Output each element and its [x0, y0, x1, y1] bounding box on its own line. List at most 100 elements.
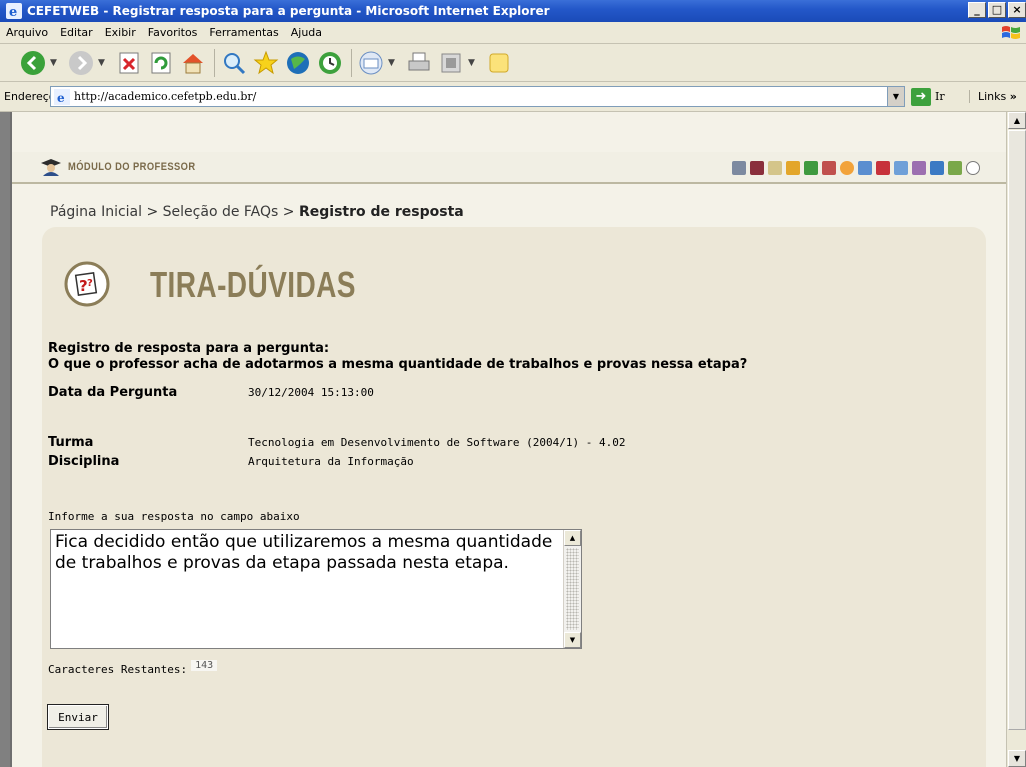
go-button[interactable]: ➜ Ir [911, 87, 963, 106]
menubar: Arquivo Editar Exibir Favoritos Ferramen… [0, 22, 1026, 44]
menu-exibir[interactable]: Exibir [99, 26, 142, 39]
menu-favoritos[interactable]: Favoritos [142, 26, 204, 39]
scroll-track[interactable] [566, 548, 579, 630]
maximize-button[interactable]: □ [988, 2, 1006, 18]
home-icon[interactable] [178, 48, 208, 78]
favorites-icon[interactable] [251, 48, 281, 78]
page-scroll-down-icon[interactable]: ▼ [1008, 750, 1026, 767]
back-icon[interactable] [18, 48, 48, 78]
toolbar-separator [351, 48, 352, 77]
window-titlebar: e CEFETWEB - Registrar resposta para a p… [0, 0, 1026, 22]
media-icon[interactable] [283, 48, 313, 78]
faq-question-icon: ? ? [64, 261, 110, 307]
page-content: MÓDULO DO PROFESSOR Página Inicial > Sel… [10, 112, 1006, 767]
mail-dropdown-icon[interactable]: ▼ [388, 58, 400, 68]
page-scroll-thumb[interactable] [1008, 130, 1026, 730]
menu-ferramentas[interactable]: Ferramentas [203, 26, 284, 39]
faq-icon[interactable] [876, 161, 890, 175]
class-value: Tecnologia em Desenvolvimento de Softwar… [248, 436, 626, 449]
menu-arquivo[interactable]: Arquivo [0, 26, 54, 39]
question-heading: Registro de resposta para a pergunta: O … [48, 341, 747, 373]
internet-explorer-icon: e [6, 3, 22, 19]
content-panel: ? ? TIRA-DÚVIDAS Registro de resposta pa… [42, 227, 986, 767]
menu-editar[interactable]: Editar [54, 26, 99, 39]
close-button[interactable]: × [1008, 2, 1026, 18]
svg-text:e: e [9, 5, 17, 19]
question-date-row: Data da Pergunta 30/12/2004 15:13:00 [48, 385, 374, 400]
subject-value: Arquitetura da Informação [248, 455, 414, 468]
recycle-icon[interactable] [804, 161, 818, 175]
question-heading-label: Registro de resposta para a pergunta: [48, 341, 330, 356]
char-counter-label: Caracteres Restantes: [48, 663, 188, 676]
go-label: Ir [935, 90, 945, 103]
breadcrumb-home-link[interactable]: Página Inicial [50, 204, 142, 220]
window-title: CEFETWEB - Registrar resposta para a per… [27, 4, 550, 18]
stop-icon[interactable] [114, 48, 144, 78]
browser-viewport: MÓDULO DO PROFESSOR Página Inicial > Sel… [0, 112, 1026, 767]
menu-ajuda[interactable]: Ajuda [285, 26, 328, 39]
class-label: Turma [48, 435, 94, 450]
go-arrow-icon: ➜ [911, 87, 931, 106]
print-icon[interactable] [404, 48, 434, 78]
clock-icon[interactable] [840, 161, 854, 175]
char-counter: Caracteres Restantes: 143 [48, 660, 218, 676]
mail-icon[interactable] [858, 161, 872, 175]
calendar-icon[interactable] [822, 161, 836, 175]
address-url: http://academico.cefetpb.edu.br/ [74, 90, 257, 103]
lock-icon[interactable] [786, 161, 800, 175]
address-input[interactable]: e http://academico.cefetpb.edu.br/ ▼ [50, 86, 905, 107]
svg-text:e: e [57, 91, 65, 105]
section-title: TIRA-DÚVIDAS [150, 264, 356, 305]
professor-icon [41, 159, 61, 176]
breadcrumb-faqs-link[interactable]: Seleção de FAQs [163, 204, 279, 220]
edit-icon[interactable] [436, 48, 466, 78]
network-icon[interactable] [732, 161, 746, 175]
answer-field-wrapper: Fica decidido então que utilizaremos a m… [50, 529, 582, 649]
links-chevron-icon: » [1009, 90, 1017, 103]
breadcrumb-separator: > [146, 204, 159, 220]
module-header: MÓDULO DO PROFESSOR [12, 152, 1006, 184]
breadcrumb: Página Inicial > Seleção de FAQs > Regis… [50, 204, 464, 220]
scroll-down-icon[interactable]: ▼ [564, 632, 581, 648]
answer-scrollbar[interactable]: ▲ ▼ [563, 530, 581, 648]
links-button[interactable]: Links » [969, 90, 1017, 103]
forward-icon[interactable] [66, 48, 96, 78]
history-icon[interactable] [315, 48, 345, 78]
search-icon[interactable] [219, 48, 249, 78]
class-row: Turma Tecnologia em Desenvolvimento de S… [48, 435, 626, 450]
back-dropdown-icon[interactable]: ▼ [50, 58, 62, 68]
module-icon-bar [732, 161, 980, 175]
question-date-label: Data da Pergunta [48, 385, 178, 400]
submit-button[interactable]: Enviar [47, 704, 109, 730]
page-scrollbar[interactable]: ▲ ▼ [1006, 112, 1026, 767]
page-icon: e [54, 88, 70, 105]
grid-icon[interactable] [894, 161, 908, 175]
arrows-icon[interactable] [930, 161, 944, 175]
toolbar: ▼ ▼ ▼ ▼ [0, 44, 1026, 82]
scroll-up-icon[interactable]: ▲ [564, 530, 581, 546]
breadcrumb-separator: > [282, 204, 295, 220]
address-bar: Endereço e http://academico.cefetpb.edu.… [0, 82, 1026, 112]
links-label: Links [978, 90, 1007, 103]
toolbar-separator [214, 48, 215, 77]
windows-logo-icon [1002, 26, 1020, 39]
module-title: MÓDULO DO PROFESSOR [68, 161, 196, 173]
table-icon[interactable] [948, 161, 962, 175]
forward-dropdown-icon[interactable]: ▼ [98, 58, 110, 68]
logout-icon[interactable] [966, 161, 980, 175]
question-text: O que o professor acha de adotarmos a me… [48, 357, 748, 372]
answer-textarea[interactable]: Fica decidido então que utilizaremos a m… [51, 530, 563, 648]
answer-instruction: Informe a sua resposta no campo abaixo [48, 510, 300, 523]
jar-icon[interactable] [768, 161, 782, 175]
char-counter-value: 143 [191, 660, 218, 671]
edit-dropdown-icon[interactable]: ▼ [468, 58, 480, 68]
messenger-icon[interactable] [484, 48, 514, 78]
page-scroll-up-icon[interactable]: ▲ [1008, 112, 1026, 129]
refresh-icon[interactable] [146, 48, 176, 78]
minimize-button[interactable]: _ [968, 2, 986, 18]
chart-icon[interactable] [912, 161, 926, 175]
question-date-value: 30/12/2004 15:13:00 [248, 386, 374, 399]
address-dropdown-icon[interactable]: ▼ [887, 87, 904, 106]
mail-icon[interactable] [356, 48, 386, 78]
books-icon[interactable] [750, 161, 764, 175]
